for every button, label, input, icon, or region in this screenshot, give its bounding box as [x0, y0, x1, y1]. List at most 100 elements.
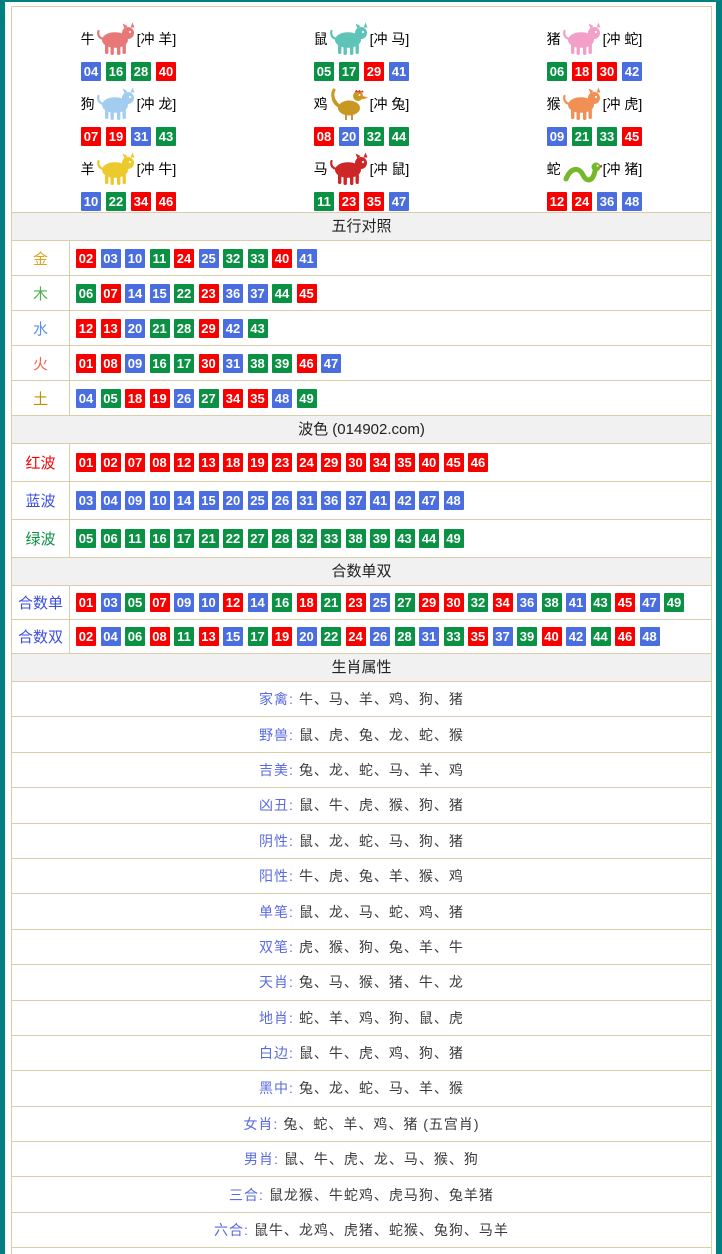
- ox-icon: [96, 22, 136, 56]
- zodiac-cell-rat: 鼠[冲 马]05172941: [245, 17, 478, 82]
- number-ball: 10: [150, 491, 170, 510]
- attribute-row-双笔: 双笔:虎、猴、狗、兔、羊、牛: [12, 930, 711, 965]
- wuxing-row: 火0108091617303138394647: [12, 346, 711, 381]
- number-ball: 33: [444, 627, 464, 646]
- number-ball: 37: [248, 284, 268, 303]
- number-ball: 34: [493, 593, 513, 612]
- number-ball: 39: [370, 529, 390, 548]
- number-ball: 45: [615, 593, 635, 612]
- number-ball: 15: [223, 627, 243, 646]
- number-ball: 44: [591, 627, 611, 646]
- zodiac-numbers: 09213345: [547, 127, 642, 146]
- attribute-row-黑中: 黑中:兔、龙、蛇、马、羊、猴: [12, 1071, 711, 1106]
- number-ball: 49: [664, 593, 684, 612]
- attribute-value: 兔、龙、蛇、马、羊、猴: [299, 1078, 464, 1098]
- number-ball: 36: [597, 192, 617, 211]
- number-ball: 34: [370, 453, 390, 472]
- number-ball: 48: [622, 192, 642, 211]
- number-ball: 45: [622, 127, 642, 146]
- number-ball: 05: [76, 529, 96, 548]
- number-ball: 06: [125, 627, 145, 646]
- number-ball: 01: [76, 354, 96, 373]
- attribute-row-吉美: 吉美:兔、龙、蛇、马、羊、鸡: [12, 753, 711, 788]
- page-frame: 牛[冲 羊]04162840鼠[冲 马]05172941猪[冲 蛇]061830…: [0, 0, 722, 1254]
- attribute-row-qinqishuhua: 琴:兔蛇鸡棋:鼠牛狗书:虎龙马画:羊猴猪: [12, 1248, 711, 1254]
- number-ball: 06: [101, 529, 121, 548]
- zodiac-cell-rooster: 鸡[冲 兔]08203244: [245, 82, 478, 147]
- zodiac-cell-dog: 狗[冲 龙]07193143: [12, 82, 245, 147]
- number-ball: 35: [248, 389, 268, 408]
- rat-icon: [329, 22, 369, 56]
- zodiac-cell-horse: 马[冲 鼠]11233547: [245, 147, 478, 212]
- number-ball: 21: [199, 529, 219, 548]
- number-ball: 31: [297, 491, 317, 510]
- number-ball: 43: [395, 529, 415, 548]
- number-ball: 40: [272, 249, 292, 268]
- row-label: 土: [12, 381, 70, 415]
- row-numbers: 05061116172122272832333839434449: [70, 520, 711, 557]
- zodiac-grid: 牛[冲 羊]04162840鼠[冲 马]05172941猪[冲 蛇]061830…: [12, 7, 711, 213]
- attribute-label: 女肖:: [243, 1114, 278, 1134]
- number-ball: 30: [346, 453, 366, 472]
- zodiac-cell-pig: 猪[冲 蛇]06183042: [478, 17, 711, 82]
- row-label: 木: [12, 276, 70, 310]
- bose-row: 红波0102070812131819232429303435404546: [12, 444, 711, 482]
- zodiac-animal-label: 猪: [547, 29, 561, 49]
- zodiac-attributes-section: 生肖属性家禽:牛、马、羊、鸡、狗、猪野兽:鼠、虎、兔、龙、蛇、猴吉美:兔、龙、蛇…: [12, 654, 711, 1254]
- number-ball: 12: [174, 453, 194, 472]
- number-ball: 30: [597, 62, 617, 81]
- content-table: 牛[冲 羊]04162840鼠[冲 马]05172941猪[冲 蛇]061830…: [11, 6, 712, 1254]
- number-ball: 10: [199, 593, 219, 612]
- attribute-label: 单笔:: [259, 902, 294, 922]
- number-ball: 30: [199, 354, 219, 373]
- number-ball: 23: [272, 453, 292, 472]
- attribute-value: 牛、马、羊、鸡、狗、猪: [299, 689, 464, 709]
- number-ball: 02: [101, 453, 121, 472]
- attribute-value: 鼠、龙、蛇、马、狗、猪: [299, 831, 464, 851]
- bose-row: 绿波05061116172122272832333839434449: [12, 520, 711, 558]
- horse-icon: [329, 152, 369, 186]
- attribute-value: 兔、龙、蛇、马、羊、鸡: [299, 760, 464, 780]
- number-ball: 32: [468, 593, 488, 612]
- attribute-label: 白边:: [259, 1043, 294, 1063]
- number-ball: 31: [131, 127, 151, 146]
- number-ball: 05: [125, 593, 145, 612]
- number-ball: 04: [81, 62, 101, 81]
- number-ball: 42: [622, 62, 642, 81]
- row-label: 水: [12, 311, 70, 345]
- zodiac-name: 鸡[冲 兔]: [314, 82, 410, 126]
- attribute-label: 天肖:: [259, 972, 294, 992]
- attribute-label: 男肖:: [244, 1149, 279, 1169]
- rooster-icon: [329, 87, 369, 121]
- number-ball: 19: [106, 127, 126, 146]
- number-sections: 五行对照金02031011242532334041木06071415222336…: [12, 213, 711, 654]
- number-ball: 05: [314, 62, 334, 81]
- number-ball: 27: [199, 389, 219, 408]
- number-ball: 08: [101, 354, 121, 373]
- number-ball: 26: [370, 627, 390, 646]
- number-ball: 32: [297, 529, 317, 548]
- number-ball: 20: [125, 319, 145, 338]
- number-ball: 16: [106, 62, 126, 81]
- number-ball: 09: [174, 593, 194, 612]
- bose-row: 蓝波03040910141520252631363741424748: [12, 482, 711, 520]
- number-ball: 23: [346, 593, 366, 612]
- attribute-value: 鼠、牛、虎、龙、马、猴、狗: [284, 1149, 479, 1169]
- number-ball: 33: [248, 249, 268, 268]
- zodiac-name: 蛇[冲 猪]: [547, 147, 643, 191]
- attribute-row-天肖: 天肖:兔、马、猴、猪、牛、龙: [12, 965, 711, 1000]
- attribute-label: 吉美:: [259, 760, 294, 780]
- number-ball: 28: [395, 627, 415, 646]
- number-ball: 02: [76, 627, 96, 646]
- attribute-value: 虎、猴、狗、兔、羊、牛: [299, 937, 464, 957]
- number-ball: 46: [156, 192, 176, 211]
- number-ball: 48: [640, 627, 660, 646]
- number-ball: 04: [76, 389, 96, 408]
- number-ball: 02: [76, 249, 96, 268]
- number-ball: 21: [321, 593, 341, 612]
- wuxing-row: 木06071415222336374445: [12, 276, 711, 311]
- zodiac-numbers: 11233547: [314, 192, 409, 211]
- attribute-label: 凶丑:: [259, 795, 294, 815]
- number-ball: 22: [174, 284, 194, 303]
- number-ball: 31: [419, 627, 439, 646]
